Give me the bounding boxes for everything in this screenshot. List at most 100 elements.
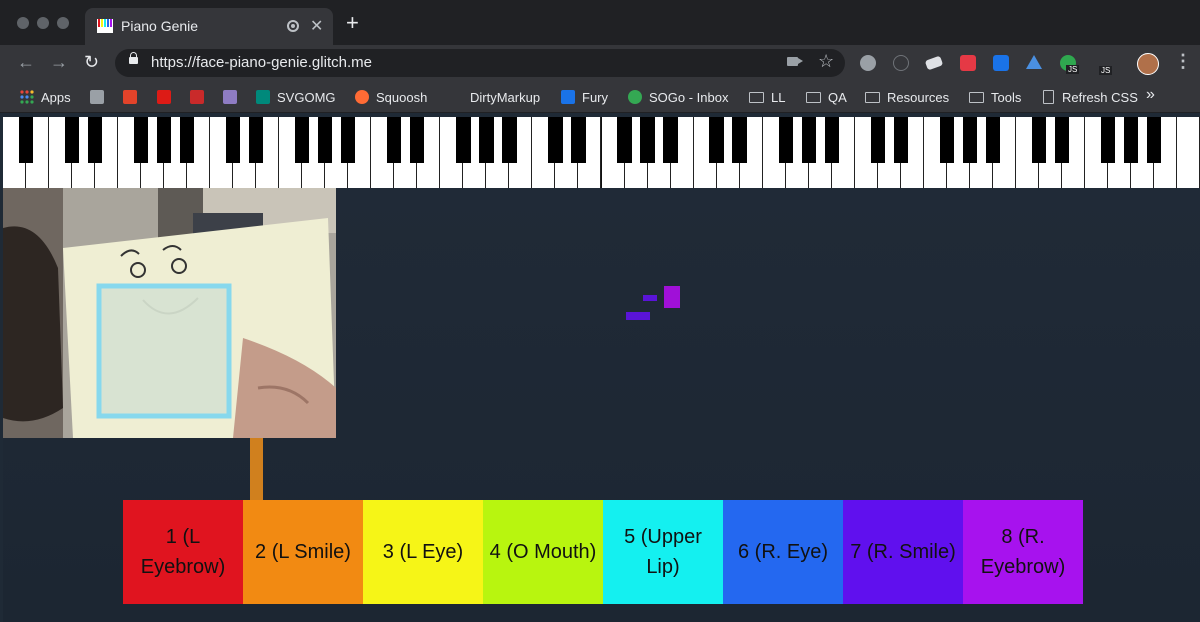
- genie-key-1[interactable]: 1 (L Eyebrow): [123, 500, 243, 604]
- bookmark-svgomg[interactable]: SVGOMG: [256, 88, 336, 106]
- piano-black-key: [732, 117, 747, 163]
- sogo-icon: [628, 90, 642, 104]
- genie-key-7[interactable]: 7 (R. Smile): [843, 500, 963, 604]
- bookmark-favicon-1[interactable]: [90, 88, 111, 106]
- bookmark-favicon-5[interactable]: [223, 88, 244, 106]
- browser-tab-strip: Piano Genie ✕ +: [0, 0, 1200, 45]
- eraser-extension-icon[interactable]: [924, 55, 944, 71]
- apps-grid-icon: [20, 90, 34, 104]
- genie-key-4[interactable]: 4 (O Mouth): [483, 500, 603, 604]
- triangle-extension-icon[interactable]: [1026, 55, 1042, 69]
- js-badge-2[interactable]: JS: [1099, 66, 1113, 75]
- bookmark-label: SVGOMG: [277, 89, 336, 105]
- maximize-window-button[interactable]: [57, 17, 69, 29]
- bookmark-folder-tools[interactable]: Tools: [969, 88, 1021, 106]
- bookmark-label: Tools: [991, 89, 1022, 105]
- genie-key-6[interactable]: 6 (R. Eye): [723, 500, 843, 604]
- piano-black-key: [640, 117, 655, 163]
- piano-black-key: [249, 117, 264, 163]
- minimize-window-button[interactable]: [37, 17, 49, 29]
- bookmark-fury[interactable]: Fury: [561, 88, 608, 106]
- more-bookmarks-button[interactable]: »: [1146, 86, 1155, 104]
- piano-black-key: [870, 117, 885, 163]
- piano-black-key: [226, 117, 241, 163]
- menu-icon[interactable]: ⋮: [1174, 51, 1192, 72]
- piano-black-key: [1031, 117, 1046, 163]
- bookmark-folder-qa[interactable]: QA: [806, 88, 847, 106]
- browser-tab[interactable]: Piano Genie ✕: [85, 8, 333, 45]
- piano-black-key: [1100, 117, 1116, 163]
- bookmark-favicon-4[interactable]: [190, 88, 211, 106]
- avatar[interactable]: [1137, 53, 1159, 75]
- note-block: [664, 286, 680, 308]
- bookmark-folder-resources[interactable]: Resources: [865, 88, 949, 106]
- bookmarks-bar: Apps SVGOMG Squoosh DirtyMarkup Fury SOG…: [0, 82, 1200, 113]
- shield-extension-icon[interactable]: [960, 55, 976, 71]
- new-tab-button[interactable]: +: [346, 12, 359, 34]
- bookmark-folder-ll[interactable]: LL: [749, 88, 785, 106]
- close-window-button[interactable]: [17, 17, 29, 29]
- piano-black-key: [502, 117, 517, 163]
- recording-indicator-icon: [287, 20, 299, 32]
- piano-black-key: [341, 117, 356, 163]
- webcam-preview: [3, 188, 336, 438]
- bookmark-apps[interactable]: Apps: [20, 88, 71, 106]
- piano-black-key: [1146, 117, 1162, 163]
- bookmark-refresh-css[interactable]: Refresh CSS: [1043, 88, 1138, 106]
- js-badge: JS: [1066, 65, 1080, 74]
- forward-button[interactable]: →: [50, 52, 68, 73]
- window-icon: [90, 90, 104, 104]
- lock-icon: [129, 52, 138, 64]
- genie-key-label: 2 (L Smile): [255, 541, 351, 563]
- folder-icon: [806, 91, 821, 103]
- genie-keys: 1 (L Eyebrow) 2 (L Smile) 3 (L Eye) 4 (O…: [123, 500, 1083, 604]
- camera-icon[interactable]: [787, 57, 803, 66]
- page-icon: [1043, 90, 1054, 104]
- piano-black-key: [18, 117, 34, 163]
- genie-key-label: 6 (R. Eye): [737, 541, 829, 563]
- address-bar[interactable]: https://face-piano-genie.glitch.me ☆: [115, 49, 845, 77]
- info-extension-icon[interactable]: [893, 55, 909, 71]
- piano-black-key: [387, 117, 402, 163]
- puzzle-extension-icon[interactable]: [993, 55, 1009, 71]
- fury-icon: [561, 90, 575, 104]
- bookmark-sogo[interactable]: SOGo - Inbox: [628, 88, 728, 106]
- bookmark-favicon-3[interactable]: [157, 88, 178, 106]
- bookmark-squoosh[interactable]: Squoosh: [355, 88, 427, 106]
- genie-key-label: 3 (L Eye): [382, 541, 464, 563]
- reload-button[interactable]: ↻: [84, 52, 99, 73]
- bookmark-dirtymarkup[interactable]: DirtyMarkup: [470, 88, 540, 106]
- bookmark-label: DirtyMarkup: [470, 89, 541, 105]
- squoosh-icon: [355, 90, 369, 104]
- bookmark-label: Apps: [41, 89, 71, 105]
- back-button[interactable]: ←: [17, 52, 35, 73]
- genie-key-5[interactable]: 5 (Upper Lip): [603, 500, 723, 604]
- piano-black-key: [893, 117, 908, 163]
- active-key-stem: [250, 438, 263, 500]
- gear-extension-icon[interactable]: [860, 55, 876, 71]
- bookmark-star-icon[interactable]: ☆: [818, 51, 834, 72]
- genie-key-3[interactable]: 3 (L Eye): [363, 500, 483, 604]
- url-text[interactable]: https://face-piano-genie.glitch.me: [151, 54, 372, 71]
- piano-black-key: [87, 117, 103, 163]
- piano-black-key: [617, 117, 632, 163]
- close-tab-button[interactable]: ✕: [310, 16, 323, 36]
- genie-key-label: 8 (R. Eyebrow): [980, 526, 1066, 578]
- angular-icon: [157, 90, 171, 104]
- piano-black-key: [548, 117, 563, 163]
- tab-title: Piano Genie: [121, 18, 199, 34]
- genie-key-8[interactable]: 8 (R. Eyebrow): [963, 500, 1083, 604]
- svgomg-icon: [256, 90, 270, 104]
- note-block: [643, 295, 657, 301]
- piano-black-key: [456, 117, 471, 163]
- genie-key-2[interactable]: 2 (L Smile): [243, 500, 363, 604]
- piano-black-key: [824, 117, 839, 163]
- piano-black-key: [571, 117, 586, 163]
- piano-black-key: [295, 117, 310, 163]
- bookmark-label: Fury: [582, 89, 608, 105]
- bookmark-favicon-2[interactable]: [123, 88, 144, 106]
- genie-key-label: 5 (Upper Lip): [624, 526, 702, 578]
- piano-black-key: [985, 117, 1000, 163]
- bookmark-label: SOGo - Inbox: [649, 89, 729, 105]
- piano-black-key: [64, 117, 80, 163]
